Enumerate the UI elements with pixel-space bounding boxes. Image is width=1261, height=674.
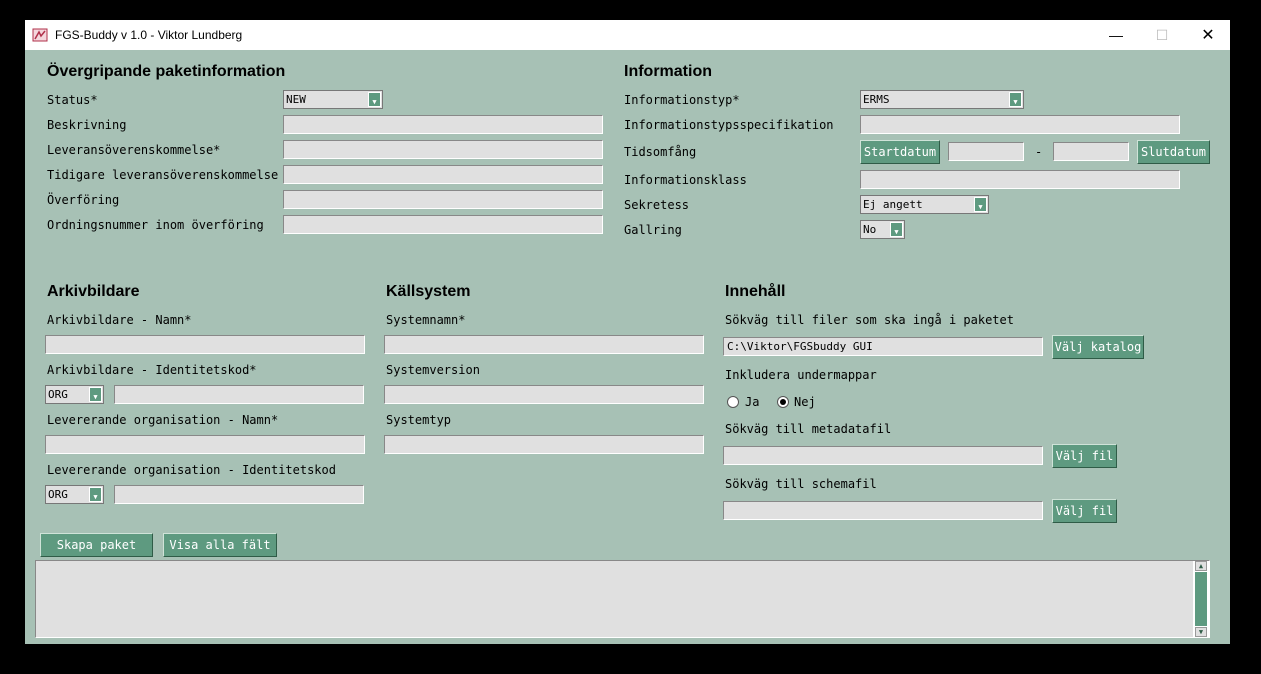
- culling-combo[interactable]: No ▼: [860, 220, 905, 239]
- choose-folder-button[interactable]: Välj katalog: [1052, 335, 1144, 359]
- secrecy-label: Sekretess: [624, 198, 690, 212]
- files-path-field[interactable]: C:\Viktor\FGSbuddy GUI: [723, 337, 1043, 356]
- secrecy-combo[interactable]: Ej angett ▼: [860, 195, 989, 214]
- chevron-down-icon: ▼: [974, 197, 987, 212]
- chevron-down-icon: ▼: [1009, 92, 1022, 107]
- order-label: Ordningsnummer inom överföring: [47, 218, 264, 232]
- info-class-label: Informationsklass: [624, 173, 747, 187]
- system-version-label: Systemversion: [386, 363, 480, 377]
- package-header: Övergripande paketinformation: [47, 63, 286, 80]
- chevron-down-icon: ▼: [89, 487, 102, 502]
- archive-id-label: Arkivbildare - Identitetskod*: [47, 363, 257, 377]
- app-logo-icon: [32, 27, 48, 43]
- metadata-path-field[interactable]: [723, 446, 1043, 465]
- agreement-field[interactable]: [283, 140, 603, 159]
- agreement-label: Leveransöverenskommelse*: [47, 143, 221, 157]
- radio-yes[interactable]: [727, 396, 739, 408]
- subfolders-label: Inkludera undermappar: [725, 368, 877, 382]
- choose-metadata-button[interactable]: Välj fil: [1052, 444, 1117, 468]
- status-combo[interactable]: NEW ▼: [283, 90, 383, 109]
- log-textbox[interactable]: [35, 560, 1210, 638]
- scroll-down-icon[interactable]: ▼: [1195, 627, 1207, 637]
- metadata-path-label: Sökväg till metadatafil: [725, 422, 892, 436]
- status-value: NEW: [286, 93, 306, 106]
- content-header: Innehåll: [725, 283, 786, 300]
- minimize-button[interactable]: —: [1093, 20, 1139, 50]
- archive-id-type-value: ORG: [48, 388, 68, 401]
- archive-header: Arkivbildare: [47, 283, 140, 300]
- org-name-label: Levererande organisation - Namn*: [47, 413, 279, 427]
- prev-agreement-field[interactable]: [283, 165, 603, 184]
- system-name-field[interactable]: [384, 335, 704, 354]
- info-type-value: ERMS: [863, 93, 890, 106]
- prev-agreement-label: Tidigare leveransöverenskommelse: [47, 168, 279, 182]
- info-class-field[interactable]: [860, 170, 1180, 189]
- culling-value: No: [863, 223, 877, 236]
- files-path-label: Sökväg till filer som ska ingå i paketet: [725, 313, 1014, 327]
- source-header: Källsystem: [386, 283, 471, 300]
- window-title: FGS-Buddy v 1.0 - Viktor Lundberg: [55, 28, 243, 42]
- info-type-label: Informationstyp*: [624, 93, 740, 107]
- org-id-type-value: ORG: [48, 488, 68, 501]
- archive-id-type-combo[interactable]: ORG ▼: [45, 385, 104, 404]
- chevron-down-icon: ▼: [89, 387, 102, 402]
- end-date-button[interactable]: Slutdatum: [1137, 140, 1210, 164]
- org-name-field[interactable]: [45, 435, 365, 454]
- culling-label: Gallring: [624, 223, 682, 237]
- system-type-label: Systemtyp: [386, 413, 452, 427]
- close-button[interactable]: ✕: [1185, 20, 1231, 50]
- description-label: Beskrivning: [47, 118, 127, 132]
- transfer-field[interactable]: [283, 190, 603, 209]
- system-type-field[interactable]: [384, 435, 704, 454]
- radio-no[interactable]: [777, 396, 789, 408]
- archive-name-field[interactable]: [45, 335, 365, 354]
- chevron-down-icon: ▼: [368, 92, 381, 107]
- chevron-down-icon: ▼: [890, 222, 903, 237]
- date-separator: -: [1035, 145, 1043, 159]
- maximize-button[interactable]: ☐: [1139, 20, 1185, 50]
- org-id-type-combo[interactable]: ORG ▼: [45, 485, 104, 504]
- secrecy-value: Ej angett: [863, 198, 923, 211]
- end-date-field[interactable]: [1053, 142, 1129, 161]
- info-spec-label: Informationstypsspecifikation: [624, 118, 834, 132]
- app-window: FGS-Buddy v 1.0 - Viktor Lundberg — ☐ ✕ …: [25, 20, 1230, 644]
- show-all-fields-button[interactable]: Visa alla fält: [163, 533, 277, 557]
- archive-name-label: Arkivbildare - Namn*: [47, 313, 192, 327]
- information-header: Information: [624, 63, 712, 80]
- info-spec-field[interactable]: [860, 115, 1180, 134]
- start-date-button[interactable]: Startdatum: [860, 140, 940, 164]
- radio-yes-label[interactable]: Ja: [745, 395, 759, 409]
- system-version-field[interactable]: [384, 385, 704, 404]
- info-type-combo[interactable]: ERMS ▼: [860, 90, 1024, 109]
- start-date-field[interactable]: [948, 142, 1024, 161]
- log-scrollbar[interactable]: ▲ ▼: [1193, 561, 1209, 637]
- schema-path-field[interactable]: [723, 501, 1043, 520]
- time-range-label: Tidsomfång: [624, 145, 697, 159]
- transfer-label: Överföring: [47, 193, 120, 207]
- order-field[interactable]: [283, 215, 603, 234]
- radio-no-label[interactable]: Nej: [794, 395, 816, 409]
- status-label: Status*: [47, 93, 98, 107]
- title-bar: FGS-Buddy v 1.0 - Viktor Lundberg — ☐ ✕: [25, 20, 1230, 50]
- description-field[interactable]: [283, 115, 603, 134]
- scroll-thumb[interactable]: [1195, 572, 1207, 626]
- create-package-button[interactable]: Skapa paket: [40, 533, 153, 557]
- scroll-up-icon[interactable]: ▲: [1195, 561, 1207, 571]
- org-id-field[interactable]: [114, 485, 364, 504]
- system-name-label: Systemnamn*: [386, 313, 466, 327]
- archive-id-field[interactable]: [114, 385, 364, 404]
- schema-path-label: Sökväg till schemafil: [725, 477, 877, 491]
- choose-schema-button[interactable]: Välj fil: [1052, 499, 1117, 523]
- org-id-label: Levererande organisation - Identitetskod: [47, 463, 336, 477]
